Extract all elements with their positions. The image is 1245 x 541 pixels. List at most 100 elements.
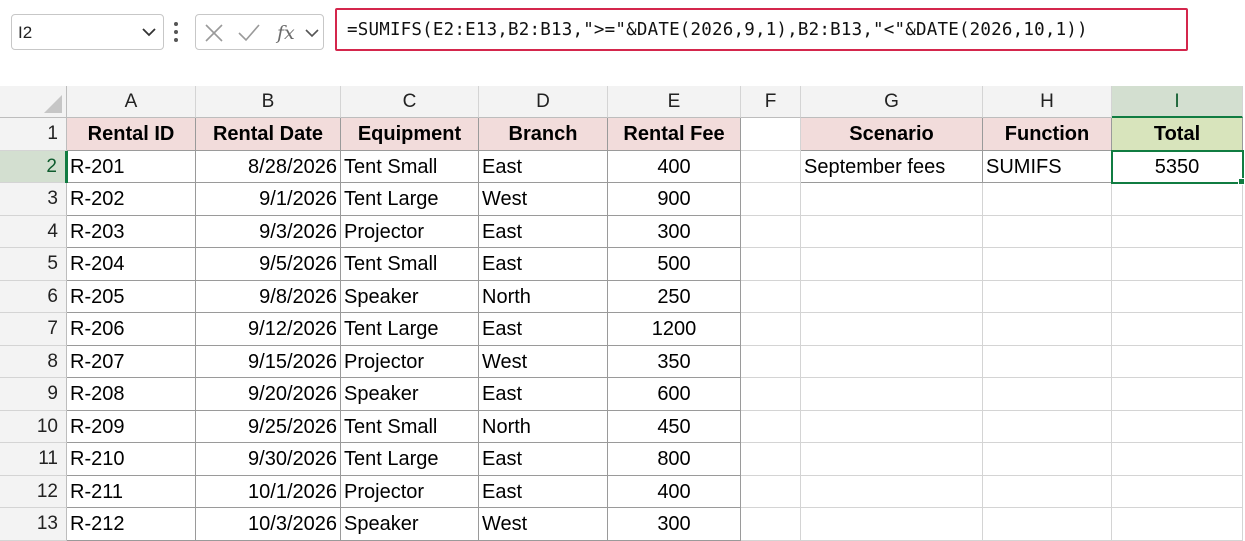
grid-cell[interactable]	[741, 118, 801, 151]
grid-cell[interactable]	[801, 508, 983, 541]
table-cell[interactable]: East	[479, 215, 608, 248]
grid-cell[interactable]	[801, 443, 983, 476]
grid-cell[interactable]	[741, 313, 801, 346]
table-cell[interactable]: R-209	[67, 410, 196, 443]
grid-cell[interactable]	[1112, 475, 1243, 508]
row-header-13[interactable]: 13	[0, 508, 67, 541]
table-cell[interactable]: North	[479, 280, 608, 313]
table-cell[interactable]: R-203	[67, 215, 196, 248]
table-cell[interactable]: East	[479, 313, 608, 346]
table-cell[interactable]: 9/3/2026	[196, 215, 341, 248]
grid-cell[interactable]	[1112, 410, 1243, 443]
column-header-e[interactable]: E	[608, 86, 741, 118]
grid-cell[interactable]	[741, 378, 801, 411]
grid-cell[interactable]	[801, 215, 983, 248]
grid-cell[interactable]	[983, 280, 1112, 313]
column-header-f[interactable]: F	[741, 86, 801, 118]
summary-header-cell[interactable]: Scenario	[801, 118, 983, 151]
grid-cell[interactable]	[801, 410, 983, 443]
grid-cell[interactable]	[983, 378, 1112, 411]
table-cell[interactable]: R-208	[67, 378, 196, 411]
grid-cell[interactable]	[801, 313, 983, 346]
grid-cell[interactable]	[983, 475, 1112, 508]
grid-cell[interactable]	[1112, 345, 1243, 378]
table-cell[interactable]: R-202	[67, 183, 196, 216]
table-cell[interactable]: 9/1/2026	[196, 183, 341, 216]
grid-cell[interactable]	[1112, 378, 1243, 411]
table-cell[interactable]: 9/30/2026	[196, 443, 341, 476]
grid-cell[interactable]	[741, 280, 801, 313]
grid-cell[interactable]	[741, 410, 801, 443]
grid-cell[interactable]	[983, 345, 1112, 378]
grid-cell[interactable]	[1112, 183, 1243, 216]
table-cell[interactable]: West	[479, 345, 608, 378]
grid-cell[interactable]	[983, 410, 1112, 443]
table-header-cell[interactable]: Rental ID	[67, 118, 196, 151]
table-cell[interactable]: Tent Large	[341, 183, 479, 216]
table-cell[interactable]: R-205	[67, 280, 196, 313]
table-cell[interactable]: 9/8/2026	[196, 280, 341, 313]
table-cell[interactable]: 8/28/2026	[196, 150, 341, 183]
table-cell[interactable]: 500	[608, 248, 741, 281]
grid-cell[interactable]	[741, 150, 801, 183]
table-cell[interactable]: Projector	[341, 345, 479, 378]
grid-cell[interactable]	[741, 215, 801, 248]
table-cell[interactable]: East	[479, 150, 608, 183]
table-cell[interactable]: 1200	[608, 313, 741, 346]
grid-cell[interactable]	[741, 183, 801, 216]
table-cell[interactable]: R-211	[67, 475, 196, 508]
grid-cell[interactable]	[741, 345, 801, 378]
table-cell[interactable]: 9/15/2026	[196, 345, 341, 378]
grid-cell[interactable]	[801, 475, 983, 508]
grid-cell[interactable]	[983, 443, 1112, 476]
column-header-h[interactable]: H	[983, 86, 1112, 118]
row-header-12[interactable]: 12	[0, 475, 67, 508]
table-cell[interactable]: Tent Large	[341, 313, 479, 346]
table-cell[interactable]: 900	[608, 183, 741, 216]
table-cell[interactable]: 800	[608, 443, 741, 476]
fx-icon[interactable]: fx	[274, 20, 300, 46]
grid-cell[interactable]	[983, 183, 1112, 216]
table-cell[interactable]: Projector	[341, 215, 479, 248]
table-cell[interactable]: West	[479, 508, 608, 541]
table-cell[interactable]: 9/12/2026	[196, 313, 341, 346]
row-header-2[interactable]: 2	[0, 150, 67, 183]
table-cell[interactable]: 300	[608, 215, 741, 248]
row-header-3[interactable]: 3	[0, 183, 67, 216]
row-header-9[interactable]: 9	[0, 378, 67, 411]
table-cell[interactable]: East	[479, 248, 608, 281]
column-header-c[interactable]: C	[341, 86, 479, 118]
table-cell[interactable]: 600	[608, 378, 741, 411]
row-header-8[interactable]: 8	[0, 345, 67, 378]
table-cell[interactable]: Tent Small	[341, 410, 479, 443]
table-cell[interactable]: R-207	[67, 345, 196, 378]
x-icon[interactable]	[203, 22, 225, 44]
summary-cell[interactable]: September fees	[801, 150, 983, 183]
chevron-down-icon[interactable]	[141, 25, 157, 39]
table-cell[interactable]: R-210	[67, 443, 196, 476]
grid-cell[interactable]	[801, 378, 983, 411]
grid-cell[interactable]	[1112, 215, 1243, 248]
table-header-cell[interactable]: Branch	[479, 118, 608, 151]
column-header-g[interactable]: G	[801, 86, 983, 118]
summary-header-cell[interactable]: Total	[1112, 118, 1243, 151]
table-cell[interactable]: 400	[608, 150, 741, 183]
row-header-4[interactable]: 4	[0, 215, 67, 248]
row-header-7[interactable]: 7	[0, 313, 67, 346]
row-header-10[interactable]: 10	[0, 410, 67, 443]
table-cell[interactable]: Tent Small	[341, 248, 479, 281]
table-cell[interactable]: East	[479, 443, 608, 476]
table-cell[interactable]: Speaker	[341, 508, 479, 541]
grid-cell[interactable]	[1112, 313, 1243, 346]
table-cell[interactable]: Speaker	[341, 280, 479, 313]
summary-header-cell[interactable]: Function	[983, 118, 1112, 151]
table-cell[interactable]: R-204	[67, 248, 196, 281]
chevron-down-icon[interactable]	[304, 26, 320, 40]
table-cell[interactable]: 450	[608, 410, 741, 443]
table-header-cell[interactable]: Rental Date	[196, 118, 341, 151]
grid-cell[interactable]	[1112, 280, 1243, 313]
vertical-dots-icon[interactable]	[171, 19, 181, 45]
table-cell[interactable]: R-206	[67, 313, 196, 346]
row-header-1[interactable]: 1	[0, 118, 67, 151]
formula-input[interactable]: =SUMIFS(E2:E13,B2:B13,">="&DATE(2026,9,1…	[335, 8, 1188, 51]
